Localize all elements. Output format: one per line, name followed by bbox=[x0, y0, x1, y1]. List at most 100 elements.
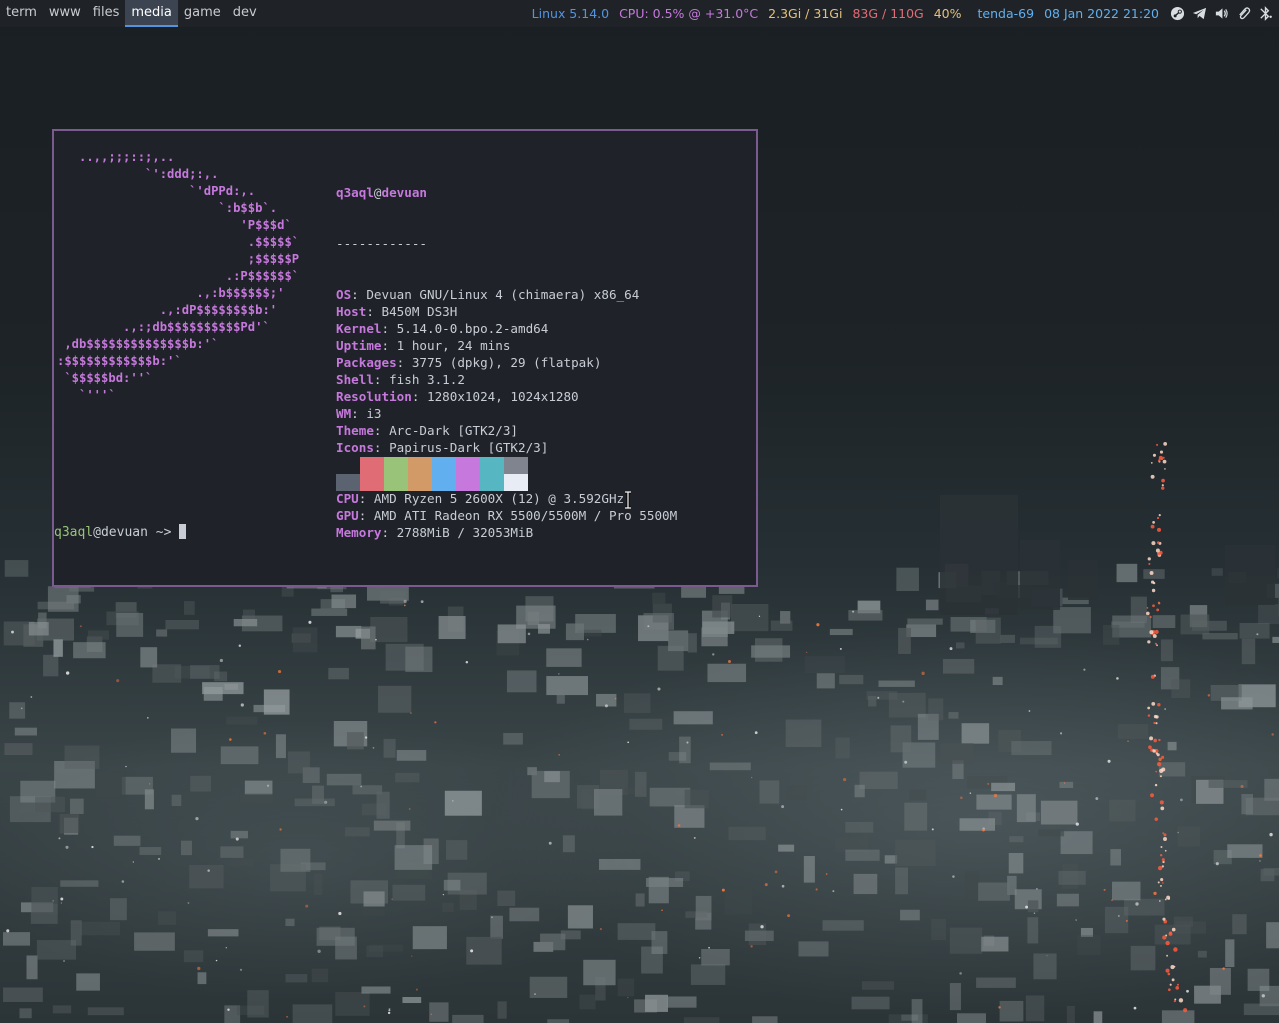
clock: 08 Jan 2022 21:20 bbox=[1044, 6, 1159, 21]
info-colon: : bbox=[411, 389, 427, 404]
info-host: devuan bbox=[381, 185, 428, 200]
info-value: 1 hour, 24 mins bbox=[396, 338, 511, 353]
info-colon: : bbox=[358, 508, 374, 523]
prompt-at: @ bbox=[93, 525, 101, 540]
color-swatch bbox=[480, 457, 504, 474]
info-value: fish 3.1.2 bbox=[389, 372, 465, 387]
info-key: Shell bbox=[336, 372, 374, 387]
terminal-window[interactable]: ..,,;;;::;,.. `':ddd;:,. `'dPPd:,. `:b$$… bbox=[52, 129, 758, 587]
bluetooth-icon[interactable] bbox=[1257, 6, 1273, 22]
workspace-term[interactable]: term bbox=[0, 0, 43, 27]
color-swatch bbox=[408, 474, 432, 491]
prompt-host: devuan bbox=[100, 525, 148, 540]
info-value: 2788MiB / 32053MiB bbox=[396, 525, 534, 540]
workspace-list: term www files media game dev bbox=[0, 0, 263, 27]
info-key: Theme bbox=[336, 423, 374, 438]
neofetch-info: q3aql@devuan ------------ OS: Devuan GNU… bbox=[336, 150, 677, 575]
info-separator: ------------ bbox=[336, 236, 427, 251]
info-value: B450M DS3H bbox=[381, 304, 458, 319]
workspace-game[interactable]: game bbox=[178, 0, 227, 27]
color-swatch bbox=[432, 457, 456, 474]
workspace-dev[interactable]: dev bbox=[227, 0, 263, 27]
color-swatch bbox=[360, 457, 384, 474]
info-colon: : bbox=[373, 440, 390, 455]
info-value: Devuan GNU/Linux 4 (chimaera) x86_64 bbox=[366, 287, 640, 302]
user-host-line: q3aql@devuan bbox=[336, 184, 677, 201]
kernel-status: Linux 5.14.0 bbox=[531, 6, 610, 21]
info-row: Icons: Papirus-Dark [GTK2/3] bbox=[336, 439, 677, 456]
info-key: Packages bbox=[336, 355, 397, 370]
volume-status[interactable]: 40% bbox=[934, 6, 962, 21]
info-value: Papirus-Dark [GTK2/3] bbox=[389, 440, 549, 455]
info-key: Memory bbox=[336, 525, 382, 540]
workspace-files[interactable]: files bbox=[87, 0, 126, 27]
color-swatch bbox=[408, 457, 432, 474]
info-colon: : bbox=[358, 491, 374, 506]
info-colon: : bbox=[381, 525, 397, 540]
info-key: WM bbox=[336, 406, 352, 421]
info-row: Memory: 2788MiB / 32053MiB bbox=[336, 524, 677, 541]
info-colon: : bbox=[373, 423, 390, 438]
disk-status: 83G / 110G bbox=[852, 6, 924, 21]
color-swatch bbox=[504, 474, 528, 491]
info-value: 1280x1024, 1024x1280 bbox=[427, 389, 579, 404]
info-value: 3775 (dpkg), 29 (flatpak) bbox=[411, 355, 602, 370]
info-colon: : bbox=[381, 338, 397, 353]
info-colon: : bbox=[351, 406, 367, 421]
info-value: 5.14.0-0.bpo.2-amd64 bbox=[396, 321, 549, 336]
cpu-status: CPU: 0.5% @ +31.0°C bbox=[619, 6, 759, 21]
prompt-user: q3aql bbox=[54, 525, 94, 540]
info-colon: : bbox=[396, 355, 412, 370]
info-row: WM: i3 bbox=[336, 405, 677, 422]
color-swatch bbox=[360, 474, 384, 491]
top-bar: term www files media game dev Linux 5.14.0 CP… bbox=[0, 0, 1279, 27]
info-value: AMD Ryzen 5 2600X (12) @ 3.592GHz bbox=[373, 491, 625, 506]
desktop-wallpaper: term www files media game dev Linux 5.14.0 CP… bbox=[0, 0, 1279, 1023]
shell-prompt[interactable]: q3aql@devuan ~> bbox=[54, 524, 187, 541]
info-row: Kernel: 5.14.0-0.bpo.2-amd64 bbox=[336, 320, 677, 337]
info-row: Uptime: 1 hour, 24 mins bbox=[336, 337, 677, 354]
prompt-suffix: ~> bbox=[147, 525, 180, 540]
volume-icon[interactable] bbox=[1213, 6, 1229, 22]
info-colon: : bbox=[351, 287, 367, 302]
telegram-icon[interactable] bbox=[1191, 6, 1207, 22]
info-colon: : bbox=[373, 372, 390, 387]
info-row: Theme: Arc-Dark [GTK2/3] bbox=[336, 422, 677, 439]
color-swatch bbox=[504, 457, 528, 474]
color-swatch bbox=[336, 457, 360, 474]
steam-icon[interactable] bbox=[1169, 6, 1185, 22]
color-swatch bbox=[384, 457, 408, 474]
info-key: Resolution bbox=[336, 389, 412, 404]
info-at: @ bbox=[373, 185, 382, 200]
text-cursor bbox=[179, 524, 187, 539]
workspace-www[interactable]: www bbox=[43, 0, 87, 27]
info-row: OS: Devuan GNU/Linux 4 (chimaera) x86_64 bbox=[336, 286, 677, 303]
info-user: q3aql bbox=[336, 185, 374, 200]
info-colon: : bbox=[381, 321, 397, 336]
info-row: Host: B450M DS3H bbox=[336, 303, 677, 320]
devuan-ascii-logo: ..,,;;;::;,.. `':ddd;:,. `'dPPd:,. `:b$$… bbox=[57, 150, 300, 402]
info-row: Shell: fish 3.1.2 bbox=[336, 371, 677, 388]
info-key: Host bbox=[336, 304, 367, 319]
ibeam-cursor-icon bbox=[625, 491, 631, 509]
status-bar: Linux 5.14.0 CPU: 0.5% @ +31.0°C 2.3Gi /… bbox=[532, 0, 1279, 27]
color-palette bbox=[336, 457, 528, 491]
info-key: Uptime bbox=[336, 338, 382, 353]
memory-status: 2.3Gi / 31Gi bbox=[768, 6, 843, 21]
info-key: GPU bbox=[336, 508, 359, 523]
info-key: Kernel bbox=[336, 321, 382, 336]
paperclip-icon[interactable] bbox=[1235, 6, 1251, 22]
info-value: i3 bbox=[366, 406, 382, 421]
info-row: GPU: AMD ATI Radeon RX 5500/5500M / Pro … bbox=[336, 507, 677, 524]
color-swatch bbox=[336, 474, 360, 491]
info-value: Arc-Dark [GTK2/3] bbox=[389, 423, 518, 438]
info-value: AMD ATI Radeon RX 5500/5500M / Pro 5500M bbox=[373, 508, 678, 523]
workspace-media[interactable]: media bbox=[125, 0, 178, 27]
info-key: OS bbox=[336, 287, 352, 302]
color-swatch bbox=[456, 474, 480, 491]
network-status[interactable]: tenda-69 bbox=[978, 6, 1035, 21]
info-row: Packages: 3775 (dpkg), 29 (flatpak) bbox=[336, 354, 677, 371]
info-key: CPU bbox=[336, 491, 359, 506]
color-swatch bbox=[480, 474, 504, 491]
info-key: Icons bbox=[336, 440, 374, 455]
